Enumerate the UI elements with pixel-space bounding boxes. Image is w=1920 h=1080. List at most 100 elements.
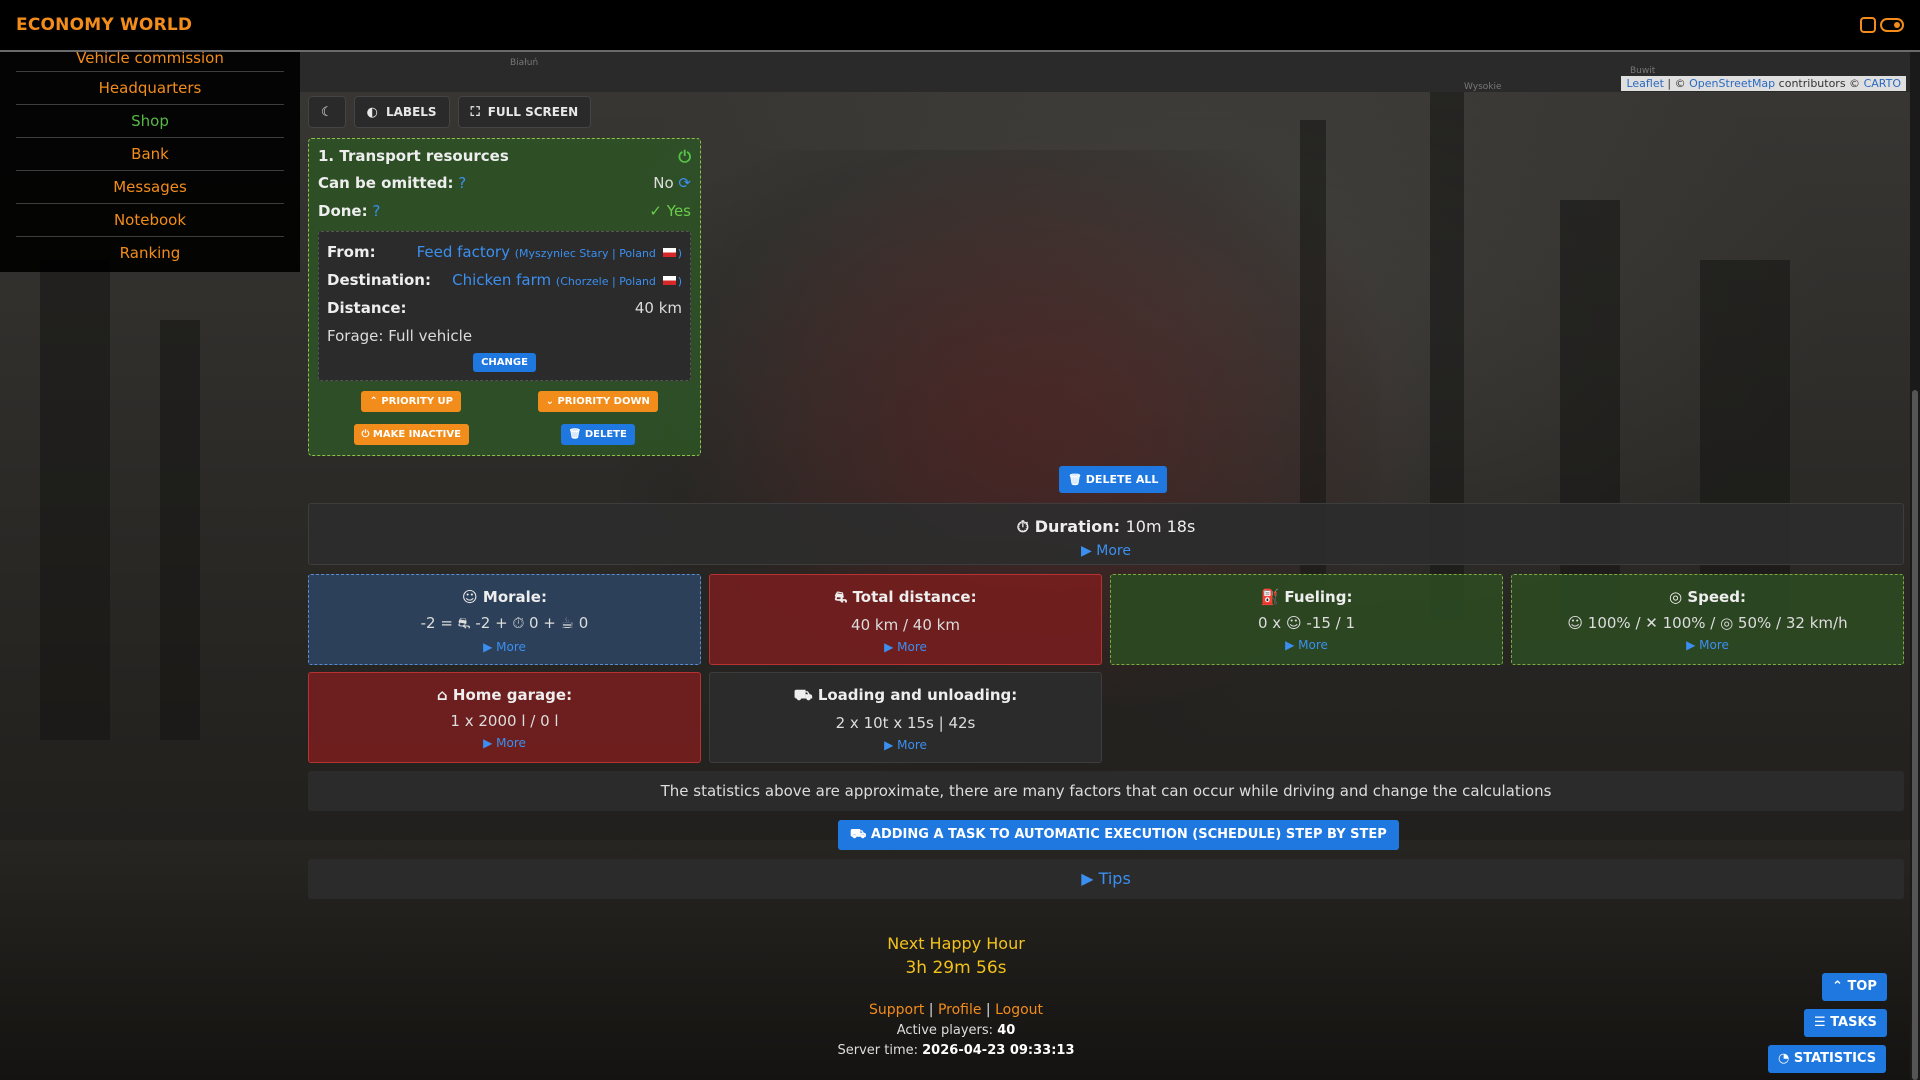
loading-panel: ⛟ Loading and unloading: 2 x 10t x 15s |… [709, 672, 1102, 763]
garage-more-link[interactable]: ▶ More [309, 736, 700, 750]
map-toolbar: ☾ ◐ LABELS ⛶ FULL SCREEN [308, 96, 592, 128]
dark-mode-button[interactable]: ☾ [308, 96, 346, 128]
forklift-icon: ⛟ [793, 686, 813, 704]
carto-link[interactable]: CARTO [1864, 77, 1901, 90]
loading-value: 2 x 10t x 15s | 42s [835, 714, 976, 732]
map-label: Białuń [510, 58, 539, 68]
pie-chart-icon: ◔ [1778, 1051, 1790, 1066]
osm-link[interactable]: OpenStreetMap [1689, 77, 1775, 90]
menu-item-notebook[interactable]: Notebook [16, 204, 284, 237]
task-card: 1. Transport resources ⏻ Can be omitted:… [308, 138, 701, 456]
statistics-button[interactable]: ◔ STATISTICS [1768, 1045, 1887, 1073]
theme-toggle-icon[interactable] [1880, 18, 1904, 32]
menu-item-shop[interactable]: Shop [16, 105, 284, 138]
map-label: Wysokie [1464, 82, 1502, 92]
morale-panel: ☺ Morale: -2 = ⛐ -2 + ⏱ 0 + ☕ 0 ▶ More [308, 574, 701, 665]
menu-item-messages[interactable]: Messages [16, 171, 284, 204]
fuel-icon: ⛽ [1260, 588, 1280, 606]
map-attribution: Leaflet | © OpenStreetMap contributors ©… [1621, 76, 1906, 91]
omit-help-icon[interactable]: ? [458, 174, 466, 192]
statistics-note: The statistics above are approximate, th… [308, 771, 1904, 811]
truck-icon: ⛟ [850, 827, 867, 842]
destination-link[interactable]: Chicken farm [452, 271, 551, 289]
list-icon: ☰ [1814, 1015, 1826, 1030]
tasks-button[interactable]: ☰ TASKS [1804, 1009, 1887, 1037]
home-garage-value: 1 x 2000 l / 0 l [450, 712, 559, 730]
distance-label: Distance: [327, 299, 407, 317]
change-button[interactable]: CHANGE [473, 353, 536, 372]
server-time: 2026-04-23 09:33:13 [922, 1043, 1075, 1058]
logout-link[interactable]: Logout [995, 1002, 1043, 1018]
speed-more-link[interactable]: ▶ More [1512, 638, 1903, 652]
duration-panel: ⏱ Duration: 10m 18s ▶ More [308, 503, 1904, 565]
happy-hour-label: Next Happy Hour [887, 934, 1025, 953]
walkie-talkie-icon[interactable] [1860, 17, 1876, 33]
fueling-value: 0 x ☺ -15 / 1 [1258, 614, 1355, 632]
moon-icon: ☾ [321, 104, 333, 120]
smile-icon: ☺ [462, 588, 478, 606]
delete-button[interactable]: 🗑 DELETE [560, 424, 635, 445]
expand-icon: ⛶ [470, 104, 480, 120]
tips-toggle[interactable]: ▶ Tips [308, 859, 1904, 899]
map-label: Buwit [1630, 66, 1656, 76]
toggle-icon: ◐ [366, 104, 378, 120]
home-garage-panel: ⌂ Home garage: 1 x 2000 l / 0 l ▶ More [308, 672, 701, 763]
refresh-icon[interactable]: ⟳ [678, 174, 691, 192]
duration-value: 10m 18s [1125, 517, 1196, 536]
check-icon: ✓ [649, 202, 662, 220]
menu-item-bank[interactable]: Bank [16, 138, 284, 171]
fueling-more-link[interactable]: ▶ More [1111, 638, 1502, 652]
from-link[interactable]: Feed factory [417, 243, 510, 261]
power-icon[interactable]: ⏻ [678, 147, 691, 169]
happy-hour-countdown: 3h 29m 56s [905, 958, 1007, 978]
priority-down-button[interactable]: ⌄ PRIORITY DOWN [537, 391, 658, 412]
loading-more-link[interactable]: ▶ More [710, 738, 1101, 752]
menu-item-ranking[interactable]: Ranking [16, 237, 284, 270]
footer: Next Happy Hour 3h 29m 56s Support | Pro… [756, 934, 1156, 1058]
total-distance-value: 40 km / 40 km [851, 616, 960, 634]
top-header: ECONOMY WORLD [0, 0, 1920, 52]
speedometer-icon: ◎ [1669, 588, 1683, 606]
active-players-count: 40 [997, 1023, 1016, 1038]
omit-label: Can be omitted: [318, 174, 454, 192]
task-title: 1. Transport resources [318, 147, 509, 165]
labels-button[interactable]: ◐ LABELS [353, 96, 450, 128]
top-button[interactable]: ⌃ TOP [1822, 973, 1887, 1001]
destination-label: Destination: [327, 271, 431, 289]
poland-flag-icon [662, 276, 676, 285]
support-link[interactable]: Support [869, 1002, 924, 1018]
leaflet-link[interactable]: Leaflet [1626, 77, 1663, 90]
done-label: Done: [318, 202, 368, 220]
route-details: From: Feed factory (Myszyniec Stary | Po… [318, 231, 691, 381]
distance-more-link[interactable]: ▶ More [710, 640, 1101, 654]
poland-flag-icon [662, 248, 676, 257]
side-menu: Vehicle commission Headquarters Shop Ban… [0, 51, 300, 272]
menu-item-vehicle-commission[interactable]: Vehicle commission [16, 51, 284, 72]
fullscreen-button[interactable]: ⛶ FULL SCREEN [457, 96, 592, 128]
profile-link[interactable]: Profile [938, 1002, 982, 1018]
delete-all-button[interactable]: 🗑 DELETE ALL [1059, 466, 1168, 493]
menu-item-headquarters[interactable]: Headquarters [16, 72, 284, 105]
duration-more-link[interactable]: ▶ More [309, 543, 1903, 559]
forage-text: Forage: Full vehicle [327, 327, 473, 345]
route-icon: ⛐ [834, 588, 848, 606]
priority-up-button[interactable]: ⌃ PRIORITY UP [361, 391, 462, 412]
home-icon: ⌂ [436, 686, 448, 704]
morale-more-link[interactable]: ▶ More [309, 640, 700, 654]
from-label: From: [327, 243, 376, 261]
done-value: Yes [666, 202, 691, 220]
header-icons [1860, 17, 1904, 33]
omit-value: No [653, 174, 674, 192]
scrollbar-thumb[interactable] [1912, 390, 1918, 1080]
total-distance-panel: ⛐ Total distance: 40 km / 40 km ▶ More [709, 574, 1102, 665]
brand-logo[interactable]: ECONOMY WORLD [16, 15, 192, 35]
fueling-panel: ⛽ Fueling: 0 x ☺ -15 / 1 ▶ More [1110, 574, 1503, 665]
make-inactive-button[interactable]: ⏻ MAKE INACTIVE [353, 424, 469, 445]
chevron-up-icon: ⌃ [1832, 979, 1843, 994]
timer-icon: ⏱ [1016, 517, 1030, 536]
done-help-icon[interactable]: ? [372, 202, 380, 220]
speed-value: ☺ 100% / ✕ 100% / ◎ 50% / 32 km/h [1567, 614, 1848, 632]
speed-panel: ◎ Speed: ☺ 100% / ✕ 100% / ◎ 50% / 32 km… [1511, 574, 1904, 665]
schedule-button[interactable]: ⛟ ADDING A TASK TO AUTOMATIC EXECUTION (… [838, 820, 1399, 850]
morale-value: -2 = ⛐ -2 + ⏱ 0 + ☕ 0 [420, 614, 589, 632]
